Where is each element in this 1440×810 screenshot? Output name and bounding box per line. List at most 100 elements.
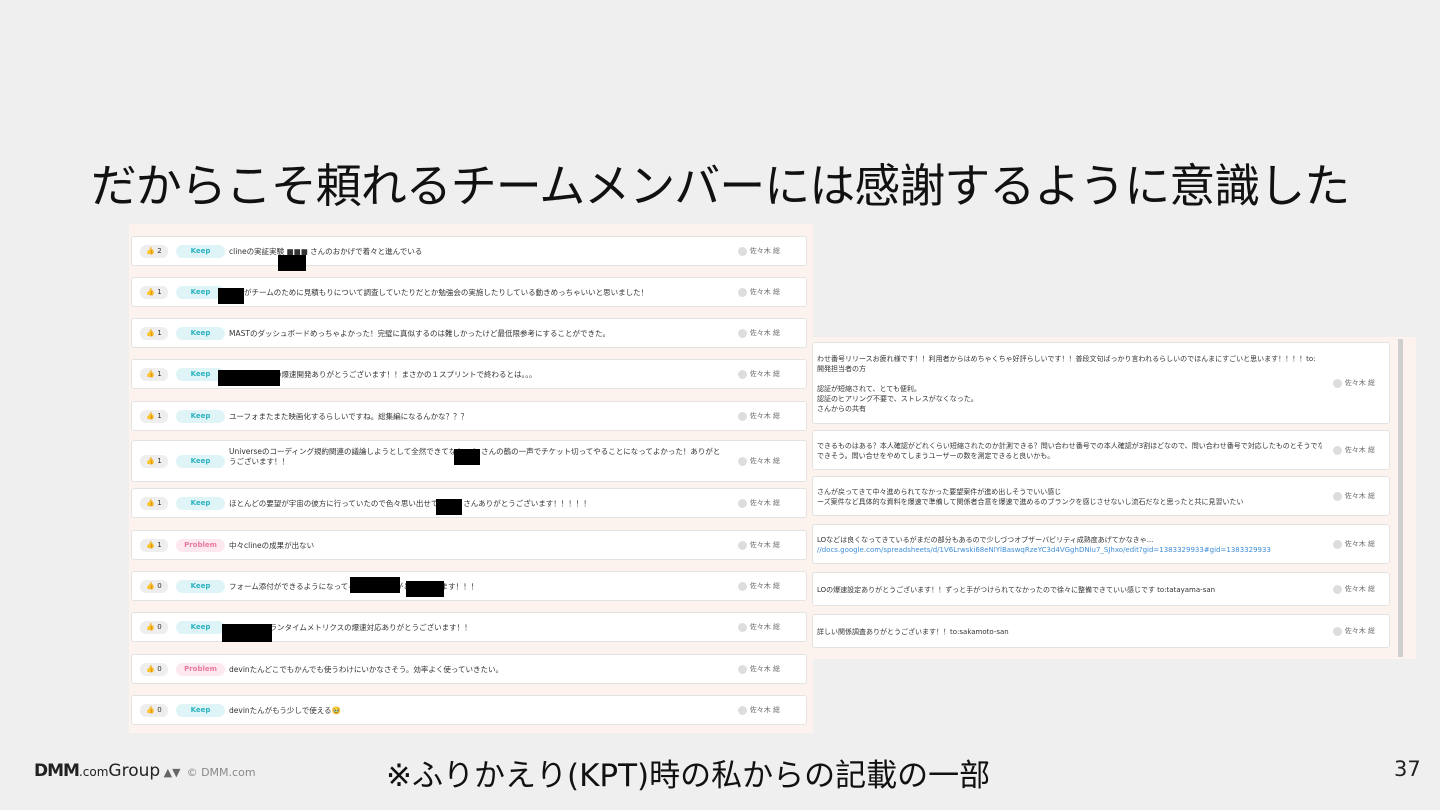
redaction-block: [454, 449, 480, 465]
slide-caption: ※ふりかえり(KPT)時の私からの記載の一部: [386, 758, 991, 794]
kpt-tag: Keep: [176, 327, 225, 340]
like-count[interactable]: 👍 0: [140, 704, 168, 717]
item-author: 佐々木 総: [737, 581, 780, 592]
list-item[interactable]: 👍 1 Keep Universeのコーディング規約関連の議論しようとして全然できて…: [131, 440, 807, 482]
item-text: 認証が短縮されて、とても便利。: [817, 385, 921, 393]
avatar: [737, 411, 747, 421]
avatar: [737, 328, 747, 338]
list-item[interactable]: 👍 0 Keep フォーム添付ができるようになってる！ さんありがとうございます！！…: [131, 571, 807, 601]
item-author: 佐々木 総: [737, 622, 780, 633]
item-text: さんがチームのために見積もりについて調査していたりだとか勉強会の実施したりしてい…: [229, 288, 649, 297]
item-text: できそう。問い合せをやめてしまうユーザーの数を測定できると良いかも。: [817, 452, 1055, 460]
item-text: ほとんどの要望が宇宙の彼方に行っていたので色々思い出せてよかっ さんありがとうご…: [229, 499, 591, 508]
item-text: わせ番号リリースお疲れ様です！！利用者からはめちゃくちゃ好評らしいです！！普段文…: [817, 355, 1316, 363]
item-link[interactable]: //docs.google.com/spreadsheets/d/1V6Lrws…: [817, 545, 1322, 555]
list-item[interactable]: 👍 0 Problem devinたんどこでもかんでも使うわけにいかなさそう。効率よ…: [131, 654, 807, 684]
list-item[interactable]: 👍 0 Keep DataDogのランタイムメトリクスの爆速対応ありがとうございます…: [131, 612, 807, 642]
like-count[interactable]: 👍 1: [140, 327, 168, 340]
avatar: [1332, 491, 1342, 501]
copyright: © DMM.com: [186, 766, 256, 779]
item-text: さんからの共有: [817, 405, 866, 413]
slide-title: だからこそ頼れるチームメンバーには感謝するように意識した: [90, 159, 1351, 213]
item-text: 詳しい関係調査ありがとうございます！！to:sakamoto-san: [817, 628, 1009, 636]
page-number: 37: [1394, 757, 1421, 781]
item-text: できるものはある？本人確認がどれくらい短縮されたのか計測できる？問い合わせ番号で…: [817, 442, 1322, 450]
avatar: [1332, 626, 1342, 636]
item-author: 佐々木 総: [737, 540, 780, 551]
like-count[interactable]: 👍 1: [140, 368, 168, 381]
avatar: [1332, 539, 1342, 549]
kpt-tag: Keep: [176, 245, 225, 258]
list-item[interactable]: 👍 1 Keep さんがチームのために見積もりについて調査していたりだとか勉強会の実…: [131, 277, 807, 307]
kpt-list-screenshot: 👍 2 Keep clineの実証実験 ■■■ さんのおかげで着々と進んでいる 佐々木…: [129, 224, 813, 733]
like-count[interactable]: 👍 1: [140, 455, 168, 468]
avatar: [737, 498, 747, 508]
avatar: [737, 246, 747, 256]
avatar: [737, 369, 747, 379]
redaction-block: [278, 255, 306, 271]
item-author: 佐々木 総: [737, 328, 780, 339]
item-text: さんが戻ってきて中々進められてなかった要望案件が進め出しそうでいい感じ: [817, 488, 1062, 496]
avatar: [737, 664, 747, 674]
kpt-list-screenshot-2: わせ番号リリースお疲れ様です！！利用者からはめちゃくちゃ好評らしいです！！普段文…: [812, 337, 1416, 659]
list-item[interactable]: 👍 2 Keep clineの実証実験 ■■■ さんのおかげで着々と進んでいる 佐々木…: [131, 236, 807, 271]
list-item[interactable]: 👍 1 Problem 中々clineの成果が出ない 佐々木 総: [131, 530, 807, 560]
list-item[interactable]: 👍 1 Keep ほとんどの要望が宇宙の彼方に行っていたので色々思い出せてよかっ さ…: [131, 488, 807, 518]
item-author: 佐々木 総: [737, 664, 780, 675]
avatar: [737, 540, 747, 550]
item-text: フォーム添付ができるようになってる！ さんありがとうございます！！！: [229, 582, 478, 591]
like-count[interactable]: 👍 1: [140, 497, 168, 510]
list-item[interactable]: LOの爆速設定ありがとうございます！！ずっと手がつけられてなかったので徐々に整備…: [812, 572, 1390, 606]
redaction-block: [350, 577, 400, 593]
list-item[interactable]: 👍 1 Keep ユーフォまたまた映画化するらしいですね。総集編になるんかな？？？ 佐…: [131, 401, 807, 431]
avatar: [1332, 445, 1342, 455]
like-count[interactable]: 👍 0: [140, 621, 168, 634]
item-author: 佐々木 総: [737, 287, 780, 298]
avatar: [737, 287, 747, 297]
like-count[interactable]: 👍 0: [140, 663, 168, 676]
item-author: 佐々木 総: [737, 411, 780, 422]
like-count[interactable]: 👍 1: [140, 539, 168, 552]
kpt-tag: Keep: [176, 410, 225, 423]
item-text: さん区分関連の爆速開発ありがとうございます！！まさかの１スプリントで終わるとは。…: [229, 370, 537, 379]
scrollbar[interactable]: [1398, 339, 1403, 657]
avatar: [737, 456, 747, 466]
list-item[interactable]: できるものはある？本人確認がどれくらい短縮されたのか計測できる？問い合わせ番号で…: [812, 430, 1390, 470]
list-item[interactable]: LOなどは良くなってきているがまだの部分もあるので少しづつオブザーバビリティ成熟…: [812, 524, 1390, 564]
item-author: 佐々木 総: [1332, 539, 1375, 550]
redaction-block: [436, 499, 462, 515]
item-text: 開発担当者の方: [817, 365, 866, 373]
item-text: LOの爆速設定ありがとうございます！！ずっと手がつけられてなかったので徐々に整備…: [817, 586, 1216, 594]
list-item[interactable]: 👍 0 Keep devinたんがもう少しで使える🥹 佐々木 総: [131, 695, 807, 725]
kpt-tag: Keep: [176, 621, 225, 634]
avatar: [737, 705, 747, 715]
like-count[interactable]: 👍 2: [140, 245, 168, 258]
list-item[interactable]: わせ番号リリースお疲れ様です！！利用者からはめちゃくちゃ好評らしいです！！普段文…: [812, 342, 1390, 424]
like-count[interactable]: 👍 0: [140, 580, 168, 593]
kpt-tag: Keep: [176, 455, 225, 468]
redaction-block: [406, 581, 444, 597]
item-author: 佐々木 総: [737, 456, 780, 467]
item-author: 佐々木 総: [737, 498, 780, 509]
avatar: [1332, 378, 1342, 388]
avatar: [737, 581, 747, 591]
item-author: 佐々木 総: [1332, 445, 1375, 456]
item-author: 佐々木 総: [737, 369, 780, 380]
item-text: 認証のヒアリング不要で、ストレスがなくなった。: [817, 395, 978, 403]
item-text: ユーフォまたまた映画化するらしいですね。総集編になるんかな？？？: [229, 412, 469, 421]
list-item[interactable]: 詳しい関係調査ありがとうございます！！to:sakamoto-san 佐々木 総: [812, 614, 1390, 648]
avatar: [737, 622, 747, 632]
redaction-block: [218, 370, 280, 386]
list-item[interactable]: さんが戻ってきて中々進められてなかった要望案件が進め出しそうでいい感じーズ案件な…: [812, 476, 1390, 516]
list-item[interactable]: 👍 1 Keep MASTのダッシュボードめっちゃよかった！完璧に真似するのは難しか…: [131, 318, 807, 348]
like-count[interactable]: 👍 1: [140, 410, 168, 423]
item-text: ーズ案件など具体的な資料を爆速で準備して関係者合意を爆速で進めるのブランクを感じ…: [817, 498, 1244, 506]
kpt-tag: Keep: [176, 704, 225, 717]
item-author: 佐々木 総: [1332, 378, 1375, 389]
list-item[interactable]: 👍 1 Keep さん区分関連の爆速開発ありがとうございます！！まさかの１スプリント…: [131, 359, 807, 389]
item-author: 佐々木 総: [737, 246, 780, 257]
kpt-tag: Problem: [176, 539, 225, 552]
item-text: devinたんどこでもかんでも使うわけにいかなさそう。効率よく使っていきたい。: [229, 665, 503, 674]
like-count[interactable]: 👍 1: [140, 286, 168, 299]
redaction-block: [218, 288, 244, 304]
